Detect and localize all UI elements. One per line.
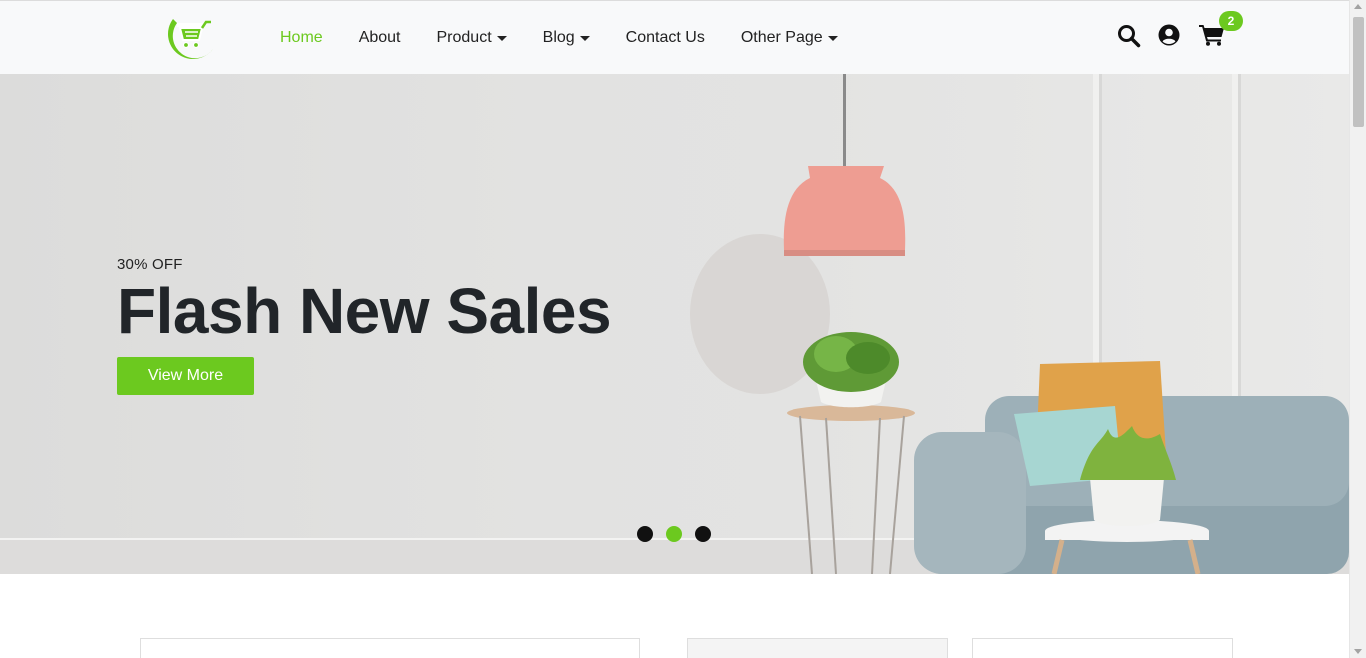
shopping-cart-logo-icon[interactable] xyxy=(163,13,217,63)
caret-down-icon xyxy=(827,36,838,41)
main-nav: Home About Product Blog Contact Us Other… xyxy=(280,26,874,50)
nav-other-page-dropdown[interactable]: Other Page xyxy=(741,29,838,47)
scroll-up-arrow-icon[interactable] xyxy=(1354,4,1362,9)
carousel-indicators xyxy=(637,526,724,542)
scroll-down-arrow-icon[interactable] xyxy=(1354,649,1362,654)
page-scrollbar[interactable] xyxy=(1349,0,1366,658)
nav-contact-label: Contact Us xyxy=(625,29,705,46)
promo-card-right[interactable] xyxy=(972,638,1233,658)
carousel-dot-1[interactable] xyxy=(637,526,653,542)
scrollbar-thumb[interactable] xyxy=(1353,17,1364,127)
hero-title: Flash New Sales xyxy=(117,275,612,347)
nav-about[interactable]: About xyxy=(359,29,401,47)
caret-down-icon xyxy=(579,36,590,41)
nav-other-page-label: Other Page xyxy=(740,29,823,46)
carousel-dot-2-active[interactable] xyxy=(666,526,682,542)
nav-product-dropdown[interactable]: Product xyxy=(437,29,507,47)
nav-contact-us[interactable]: Contact Us xyxy=(626,29,705,47)
search-icon[interactable] xyxy=(1117,24,1141,48)
nav-blog-dropdown[interactable]: Blog xyxy=(543,29,590,47)
nav-blog-label: Blog xyxy=(542,29,575,46)
user-circle-icon[interactable] xyxy=(1158,24,1180,46)
carousel-dot-3[interactable] xyxy=(695,526,711,542)
nav-home-label: Home xyxy=(280,29,323,46)
site-header: Home About Product Blog Contact Us Other… xyxy=(0,0,1349,74)
hero-carousel: 30% OFF Flash New Sales View More xyxy=(0,74,1349,574)
hero-discount-label: 30% OFF xyxy=(117,256,183,273)
promo-card-large[interactable] xyxy=(140,638,640,658)
cart-count-badge: 2 xyxy=(1219,11,1243,31)
nav-home[interactable]: Home xyxy=(280,29,323,47)
nav-product-label: Product xyxy=(436,29,492,46)
caret-down-icon xyxy=(496,36,507,41)
view-more-button[interactable]: View More xyxy=(117,357,254,395)
promo-card-middle[interactable] xyxy=(687,638,948,658)
nav-about-label: About xyxy=(358,29,401,46)
